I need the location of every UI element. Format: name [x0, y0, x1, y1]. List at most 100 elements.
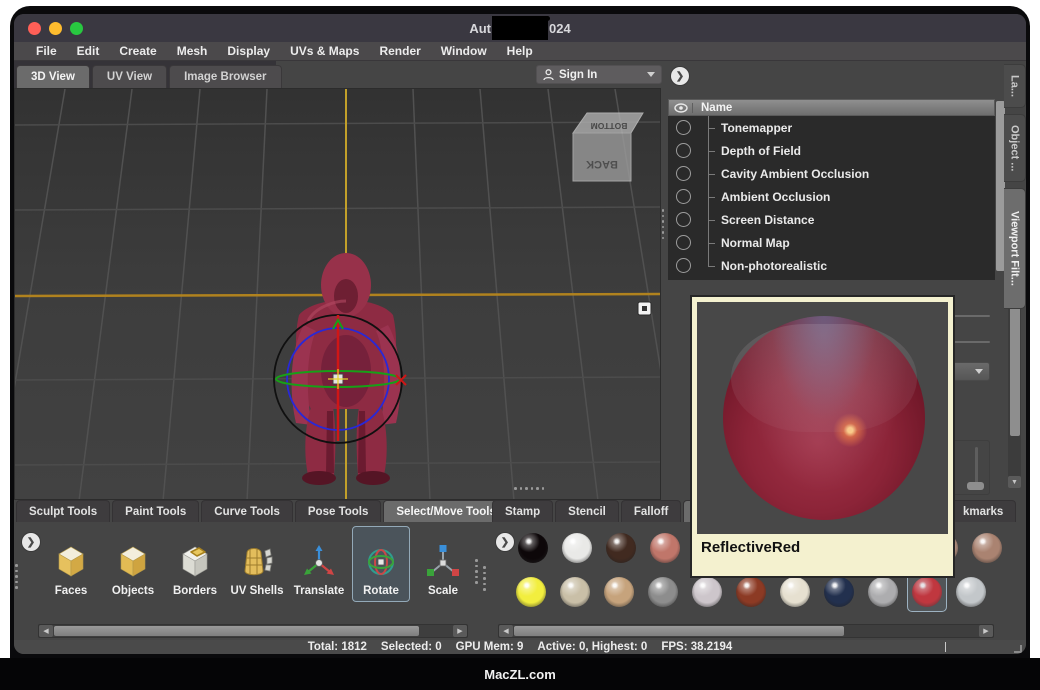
- filter-row[interactable]: Tonemapper: [668, 116, 995, 139]
- menu-item[interactable]: Window: [431, 44, 497, 58]
- filter-visibility-toggle[interactable]: [676, 166, 691, 181]
- filter-visibility-toggle[interactable]: [676, 235, 691, 250]
- tray-tab[interactable]: Paint Tools: [112, 500, 199, 522]
- menu-item[interactable]: Mesh: [167, 44, 218, 58]
- filters-header: Name: [668, 99, 995, 116]
- material-swatch-white[interactable]: [562, 533, 592, 563]
- vscroll-thumb[interactable]: [1010, 306, 1020, 436]
- tool-scale[interactable]: Scale: [414, 526, 472, 602]
- menu-item[interactable]: File: [26, 44, 67, 58]
- material-swatch-light-silver[interactable]: [956, 577, 986, 607]
- scroll-down-arrow[interactable]: ▼: [1008, 476, 1021, 488]
- tool-objects[interactable]: Objects: [104, 526, 162, 602]
- tool-borders[interactable]: Borders: [166, 526, 224, 602]
- left-scroll-thumb[interactable]: [54, 626, 419, 636]
- tree-line: [691, 231, 717, 254]
- scale-icon: [423, 541, 463, 581]
- side-tab[interactable]: Viewport Filt...: [1004, 188, 1026, 309]
- filter-name: Non-photorealistic: [721, 259, 827, 273]
- material-swatch-pearl[interactable]: [780, 577, 810, 607]
- menu-item[interactable]: UVs & Maps: [280, 44, 369, 58]
- tray-tab[interactable]: Stamp: [492, 500, 553, 522]
- window-title: Aut024: [14, 14, 1026, 42]
- filter-visibility-toggle[interactable]: [676, 258, 691, 273]
- left-tray-left-dots[interactable]: [15, 564, 18, 589]
- viewport-3d[interactable]: BOTTOM BACK: [14, 88, 661, 500]
- view-tab[interactable]: 3D View: [16, 65, 90, 88]
- tray-tab[interactable]: Falloff: [621, 500, 682, 522]
- left-tray-scrollbar[interactable]: ◀ ▶: [38, 624, 468, 638]
- material-swatch-tan[interactable]: [604, 577, 634, 607]
- tree-line: [691, 254, 717, 277]
- tray-tab[interactable]: Curve Tools: [201, 500, 293, 522]
- status-separator: [945, 642, 946, 652]
- side-tab[interactable]: Object ...: [1004, 114, 1026, 182]
- tray-splitter-dots[interactable]: [514, 487, 544, 490]
- right-scroll-thumb[interactable]: [514, 626, 844, 636]
- panel-expand-button[interactable]: ❯: [671, 67, 689, 85]
- tool-translate[interactable]: Translate: [290, 526, 348, 602]
- material-swatch-silver[interactable]: [868, 577, 898, 607]
- filter-row[interactable]: Non-photorealistic: [668, 254, 995, 277]
- menu-item[interactable]: Display: [217, 44, 280, 58]
- material-swatch-dark-brown[interactable]: [606, 533, 636, 563]
- scroll-left-arrow[interactable]: ◀: [499, 625, 513, 637]
- filter-visibility-toggle[interactable]: [676, 189, 691, 204]
- filter-row[interactable]: Ambient Occlusion: [668, 185, 995, 208]
- rotate-icon: [361, 541, 401, 581]
- panel-vertical-scrollbar[interactable]: ▲ ▼: [1008, 292, 1021, 488]
- mudbox-window: Aut024 FileEditCreateMeshDisplayUVs & Ma…: [14, 14, 1026, 654]
- tool-rotate[interactable]: Rotate: [352, 526, 410, 602]
- status-segment: FPS: 38.2194: [661, 641, 732, 653]
- menu-item[interactable]: Create: [109, 44, 166, 58]
- left-tray-expand-button[interactable]: ❯: [22, 533, 40, 551]
- property-slider-knob[interactable]: [967, 482, 984, 490]
- tray-tab[interactable]: Stencil: [555, 500, 619, 522]
- right-tray-expand-button[interactable]: ❯: [496, 533, 514, 551]
- filter-visibility-toggle[interactable]: [676, 212, 691, 227]
- material-swatch-yellow[interactable]: [516, 577, 546, 607]
- left-tray-edge-dots[interactable]: [475, 559, 478, 584]
- tool-faces[interactable]: Faces: [42, 526, 100, 602]
- tool-uv-shells[interactable]: UV Shells: [228, 526, 286, 602]
- material-swatch-black[interactable]: [518, 533, 548, 563]
- material-swatch-dark-blue[interactable]: [824, 577, 854, 607]
- tray-tab[interactable]: Sculpt Tools: [16, 500, 110, 522]
- scroll-right-arrow[interactable]: ▶: [453, 625, 467, 637]
- filter-row[interactable]: Screen Distance: [668, 208, 995, 231]
- material-swatch-tan[interactable]: [972, 533, 1002, 563]
- view-tab[interactable]: Image Browser: [169, 65, 281, 88]
- scroll-left-arrow[interactable]: ◀: [39, 625, 53, 637]
- title-bar: Aut024: [14, 14, 1026, 42]
- bookmarks-tab[interactable]: kmarks: [950, 500, 1016, 522]
- side-tab[interactable]: La...: [1004, 64, 1026, 108]
- view-tab[interactable]: UV View: [92, 65, 167, 88]
- material-swatch-pale-lilac[interactable]: [692, 577, 722, 607]
- menu-item[interactable]: Edit: [67, 44, 110, 58]
- eye-column: [669, 103, 693, 113]
- tray-tab[interactable]: Select/Move Tools: [383, 500, 508, 522]
- menu-item[interactable]: Help: [497, 44, 543, 58]
- sphere-sheen: [731, 324, 917, 432]
- filter-row[interactable]: Cavity Ambient Occlusion: [668, 162, 995, 185]
- material-swatch-beige[interactable]: [560, 577, 590, 607]
- tray-tab[interactable]: Pose Tools: [295, 500, 382, 522]
- window-title-suffix: 024: [549, 21, 571, 36]
- material-swatch-rust[interactable]: [736, 577, 766, 607]
- title-redaction-box: [492, 16, 548, 40]
- filter-name: Normal Map: [721, 236, 790, 250]
- material-swatch-red[interactable]: [912, 577, 942, 607]
- sign-in-dropdown[interactable]: Sign In: [536, 65, 662, 84]
- menu-bar: FileEditCreateMeshDisplayUVs & MapsRende…: [14, 42, 1026, 61]
- material-swatch-clay-red[interactable]: [650, 533, 680, 563]
- resize-grip[interactable]: [1014, 645, 1022, 653]
- filter-row[interactable]: Normal Map: [668, 231, 995, 254]
- right-tray-scrollbar[interactable]: ◀ ▶: [498, 624, 994, 638]
- menu-item[interactable]: Render: [369, 44, 430, 58]
- scroll-right-arrow[interactable]: ▶: [979, 625, 993, 637]
- tray-divider-dots[interactable]: [483, 566, 486, 591]
- filter-visibility-toggle[interactable]: [676, 143, 691, 158]
- filter-row[interactable]: Depth of Field: [668, 139, 995, 162]
- material-swatch-gray[interactable]: [648, 577, 678, 607]
- filter-visibility-toggle[interactable]: [676, 120, 691, 135]
